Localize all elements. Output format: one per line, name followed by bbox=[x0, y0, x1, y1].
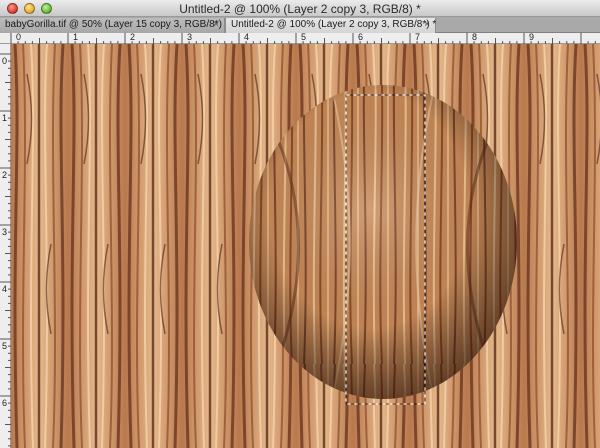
ruler-label: 3 bbox=[2, 227, 8, 237]
ruler-label: 6 bbox=[358, 32, 364, 42]
ruler-label: 4 bbox=[2, 284, 8, 294]
document-canvas[interactable] bbox=[11, 44, 600, 448]
horizontal-ruler[interactable]: 0 1 2 3 4 5 6 7 8 9 bbox=[11, 32, 600, 44]
tab-label: Untitled-2 @ 100% (Layer 2 copy 3, RGB/8… bbox=[231, 19, 437, 30]
tab-babygorilla[interactable]: babyGorilla.tif @ 50% (Layer 15 copy 3, … bbox=[0, 18, 229, 33]
tab-close-icon[interactable]: × bbox=[424, 18, 430, 32]
ruler-label: 4 bbox=[244, 32, 250, 42]
ruler-label: 6 bbox=[2, 398, 8, 408]
ruler-label: 2 bbox=[2, 170, 8, 180]
tab-untitled-2[interactable]: Untitled-2 @ 100% (Layer 2 copy 3, RGB/8… bbox=[225, 18, 436, 33]
document-tab-bar: babyGorilla.tif @ 50% (Layer 15 copy 3, … bbox=[0, 17, 600, 33]
ruler-label: 1 bbox=[73, 32, 79, 42]
tab-close-icon[interactable]: × bbox=[213, 18, 219, 32]
wood-texture-artwork bbox=[11, 44, 600, 448]
window-titlebar: Untitled-2 @ 100% (Layer 2 copy 3, RGB/8… bbox=[0, 0, 600, 17]
ruler-label: 7 bbox=[415, 32, 421, 42]
ruler-label: 2 bbox=[130, 32, 136, 42]
ruler-label: 9 bbox=[529, 32, 535, 42]
vertical-ruler[interactable]: 0 1 2 3 4 5 6 bbox=[0, 44, 11, 448]
tab-label: babyGorilla.tif @ 50% (Layer 15 copy 3, … bbox=[5, 19, 229, 30]
ruler-label: 8 bbox=[472, 32, 478, 42]
ruler-label: 1 bbox=[2, 113, 8, 123]
ruler-label: 5 bbox=[301, 32, 307, 42]
ruler-origin[interactable] bbox=[0, 33, 11, 44]
ruler-label: 0 bbox=[16, 32, 22, 42]
ruler-label: 5 bbox=[2, 341, 8, 351]
ruler-label: 0 bbox=[2, 56, 8, 66]
window-title: Untitled-2 @ 100% (Layer 2 copy 3, RGB/8… bbox=[179, 2, 421, 16]
ruler-label: 3 bbox=[187, 32, 193, 42]
vertical-ruler-ticks bbox=[0, 53, 11, 447]
